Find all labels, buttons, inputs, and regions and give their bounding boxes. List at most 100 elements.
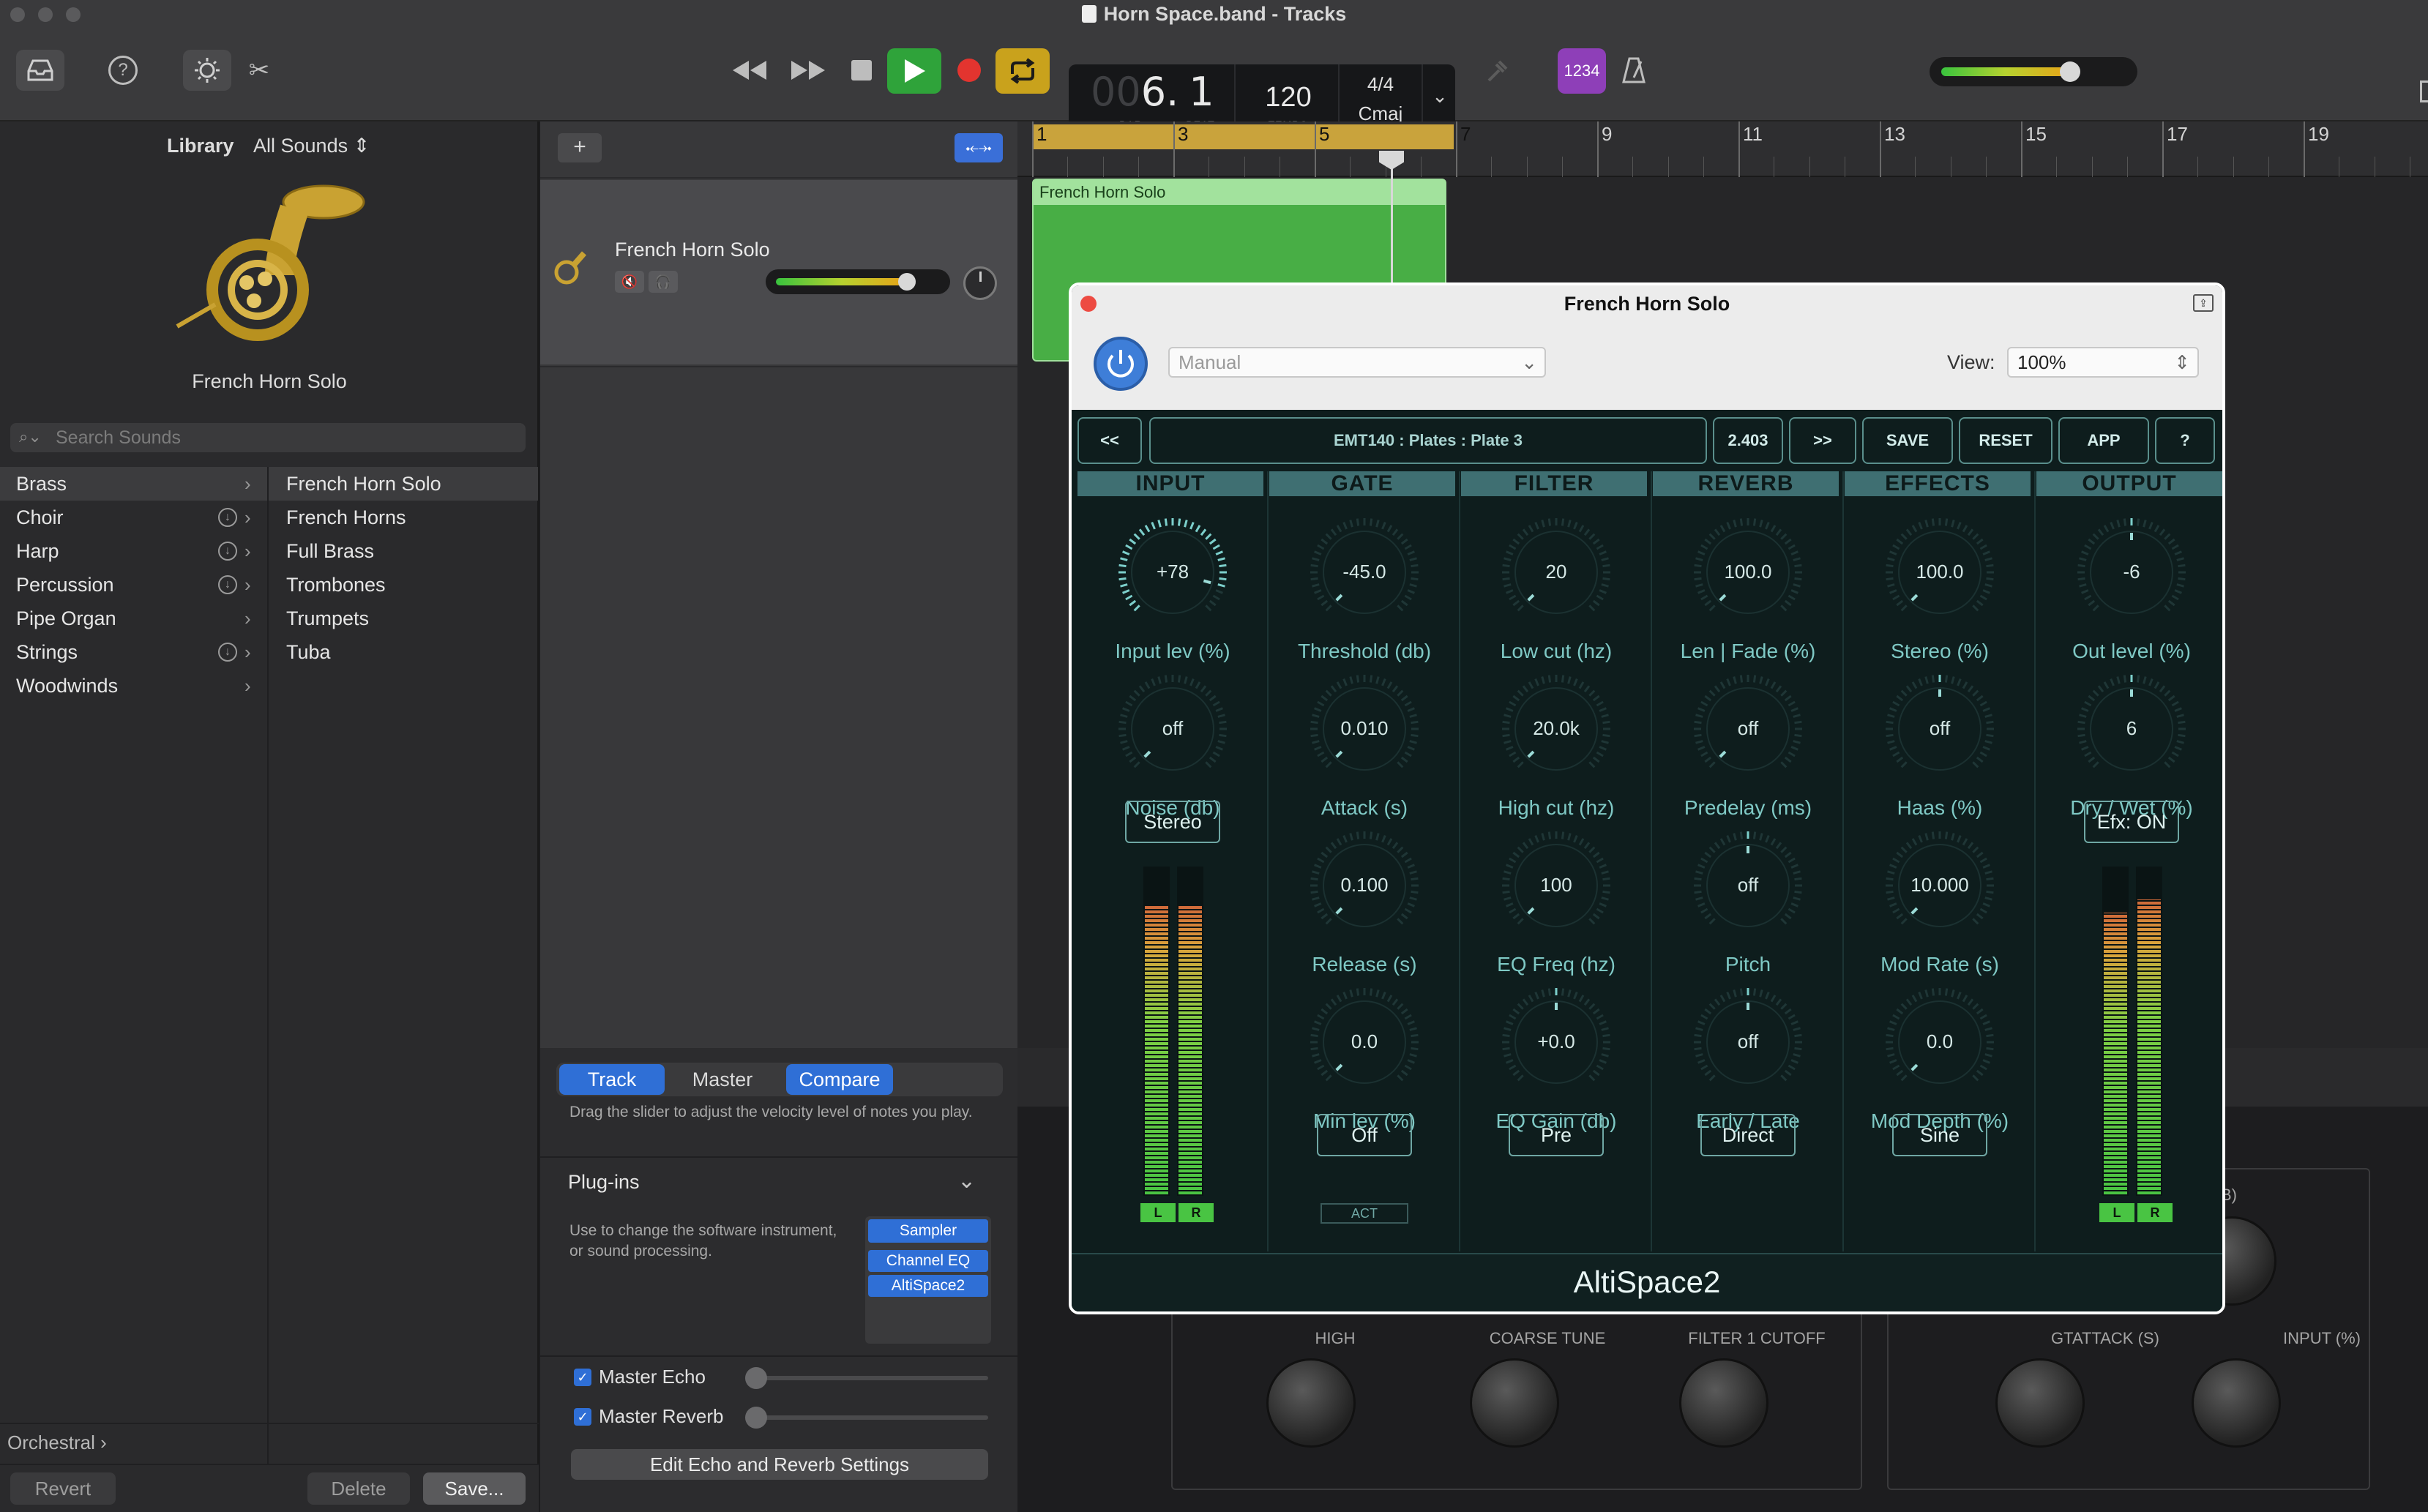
edit-echo-reverb-button[interactable]: Edit Echo and Reverb Settings [571,1449,988,1480]
plugin-detach-icon[interactable]: ⇪ [2193,294,2214,312]
track-name[interactable]: French Horn Solo [615,239,770,261]
mute-button[interactable]: 🔇 [615,271,644,293]
play-button[interactable] [887,48,941,94]
tab-master[interactable]: Master [668,1064,777,1095]
patch-french-horn-solo[interactable]: French Horn Solo [269,467,538,501]
plugin-slot-altispace2[interactable]: AltiSpace2 [868,1275,988,1297]
library-button[interactable] [16,50,64,91]
revert-button[interactable]: Revert [10,1472,116,1505]
smart-snap-button[interactable]: ⤝⤞ [955,133,1003,162]
master-volume-thumb[interactable] [2060,61,2081,82]
pan-knob[interactable] [963,266,997,300]
plugin-mode-button-stereo[interactable]: Stereo [1125,801,1220,843]
plugin-help-button[interactable]: ? [2155,417,2215,464]
track-volume-slider[interactable] [766,269,950,294]
notepad-icon[interactable] [2420,81,2428,102]
knob-stereo[interactable]: 100.0 [1875,508,2004,637]
category-woodwinds[interactable]: Woodwinds › [0,669,267,703]
plugin-mode-button-efx-on[interactable]: Efx: ON [2084,801,2179,843]
tab-track[interactable]: Track [559,1064,665,1095]
knob-low-cut-hz[interactable]: 20 [1492,508,1621,637]
preset-menu[interactable]: Manual ⌄ [1168,347,1546,378]
record-button[interactable] [956,57,982,83]
plugins-collapse-chevron-icon[interactable]: ⌄ [957,1168,976,1194]
previous-preset-button[interactable]: << [1077,417,1142,464]
delete-button[interactable]: Delete [307,1472,410,1505]
tab-compare[interactable]: Compare [786,1064,893,1095]
patch-trombones[interactable]: Trombones [269,568,538,602]
master-echo-slider[interactable] [755,1376,988,1380]
knob-early-late[interactable]: off [1684,978,1812,1107]
category-choir[interactable]: Choir ↓ › [0,501,267,534]
category-strings[interactable]: Strings ↓ › [0,635,267,669]
preset-name-display[interactable]: EMT140 : Plates : Plate 3 [1149,417,1707,464]
category-percussion[interactable]: Percussion ↓ › [0,568,267,602]
plugin-mode-button-pre[interactable]: Pre [1509,1114,1604,1156]
plugin-slot-sampler[interactable]: Sampler [868,1219,988,1243]
plugin-mode-button-direct[interactable]: Direct [1700,1114,1796,1156]
category-pipe-organ[interactable]: Pipe Organ › [0,602,267,635]
save-button[interactable]: Save... [423,1472,526,1505]
plugin-save-button[interactable]: SAVE [1862,417,1953,464]
fast-forward-button[interactable] [788,53,829,88]
category-harp[interactable]: Harp ↓ › [0,534,267,568]
knob-eq-gain-db[interactable]: +0.0 [1492,978,1621,1107]
track-volume-thumb[interactable] [898,273,916,291]
view-zoom-menu[interactable]: 100% ⇕ [2007,347,2199,378]
time-signature[interactable]: 4/4 [1344,73,1417,96]
master-echo-thumb[interactable] [745,1367,767,1389]
download-icon[interactable]: ↓ [218,643,237,662]
high-knob[interactable] [1995,1358,2085,1448]
download-icon[interactable]: ↓ [218,542,237,561]
knob-attack-s[interactable]: 0.010 [1300,665,1429,793]
download-icon[interactable]: ↓ [218,575,237,594]
lcd-menu-chevron-icon[interactable]: ⌄ [1429,85,1451,108]
metronome-button[interactable] [1618,54,1650,86]
count-in-button[interactable]: 1234 [1558,48,1606,94]
cycle-button[interactable] [996,48,1050,94]
patch-french-horns[interactable]: French Horns [269,501,538,534]
master-reverb-slider[interactable] [755,1415,988,1420]
plugin-mode-button-off[interactable]: Off [1317,1114,1412,1156]
library-filter-popup[interactable]: All Sounds ⇕ [253,135,370,157]
knob-predelay-ms[interactable]: off [1684,665,1812,793]
track-header-row[interactable]: French Horn Solo 🔇 🎧 [540,180,1017,364]
ruler[interactable]: 1 3 5 7 9 11 13 15 17 19 [1017,121,2428,177]
knob-haas[interactable]: off [1875,665,2004,793]
plugin-app-button[interactable]: APP [2058,417,2149,464]
gtattack-knob[interactable] [2192,1358,2281,1448]
master-echo-checkbox[interactable]: ✓ [574,1369,591,1386]
filter-cutoff-knob[interactable] [1679,1358,1768,1448]
stop-button[interactable] [849,56,874,85]
solo-button[interactable]: 🎧 [649,271,678,293]
category-brass[interactable]: Brass › [0,467,267,501]
knob-high-cut-hz[interactable]: 20.0k [1492,665,1621,793]
knob-min-lev[interactable]: 0.0 [1300,978,1429,1107]
tempo-value[interactable]: 120 [1244,82,1332,113]
knob-mod-depth[interactable]: 0.0 [1875,978,2004,1107]
master-reverb-checkbox[interactable]: ✓ [574,1408,591,1426]
knob-mod-rate-s[interactable]: 10.000 [1875,821,2004,950]
knob-noise-db[interactable]: off [1108,665,1237,793]
knob-out-level[interactable]: -6 [2067,508,2196,637]
search-field[interactable]: ⌕⌄ Search Sounds [10,423,526,452]
knob-release-s[interactable]: 0.100 [1300,821,1429,950]
coarse-tune-knob[interactable] [1470,1358,1559,1448]
input-knob[interactable] [1266,1358,1356,1448]
library-footer-path[interactable]: Orchestral › [7,1431,107,1454]
editors-button[interactable]: ✂ [244,56,274,85]
plugin-slot-channel-eq[interactable]: Channel EQ [868,1250,988,1272]
next-preset-button[interactable]: >> [1789,417,1856,464]
knob-len-fade[interactable]: 100.0 [1684,508,1812,637]
cycle-region[interactable] [1032,124,1454,149]
knob-input-lev[interactable]: +78 [1108,508,1237,637]
patch-tuba[interactable]: Tuba [269,635,538,669]
patch-trumpets[interactable]: Trumpets [269,602,538,635]
smart-controls-button[interactable] [183,50,231,91]
plugin-reset-button[interactable]: RESET [1959,417,2052,464]
plugin-power-button[interactable] [1094,337,1148,391]
add-track-button[interactable]: + [558,133,602,162]
tuner-button[interactable] [1482,54,1514,86]
knob-eq-freq-hz[interactable]: 100 [1492,821,1621,950]
rewind-button[interactable] [729,53,770,88]
